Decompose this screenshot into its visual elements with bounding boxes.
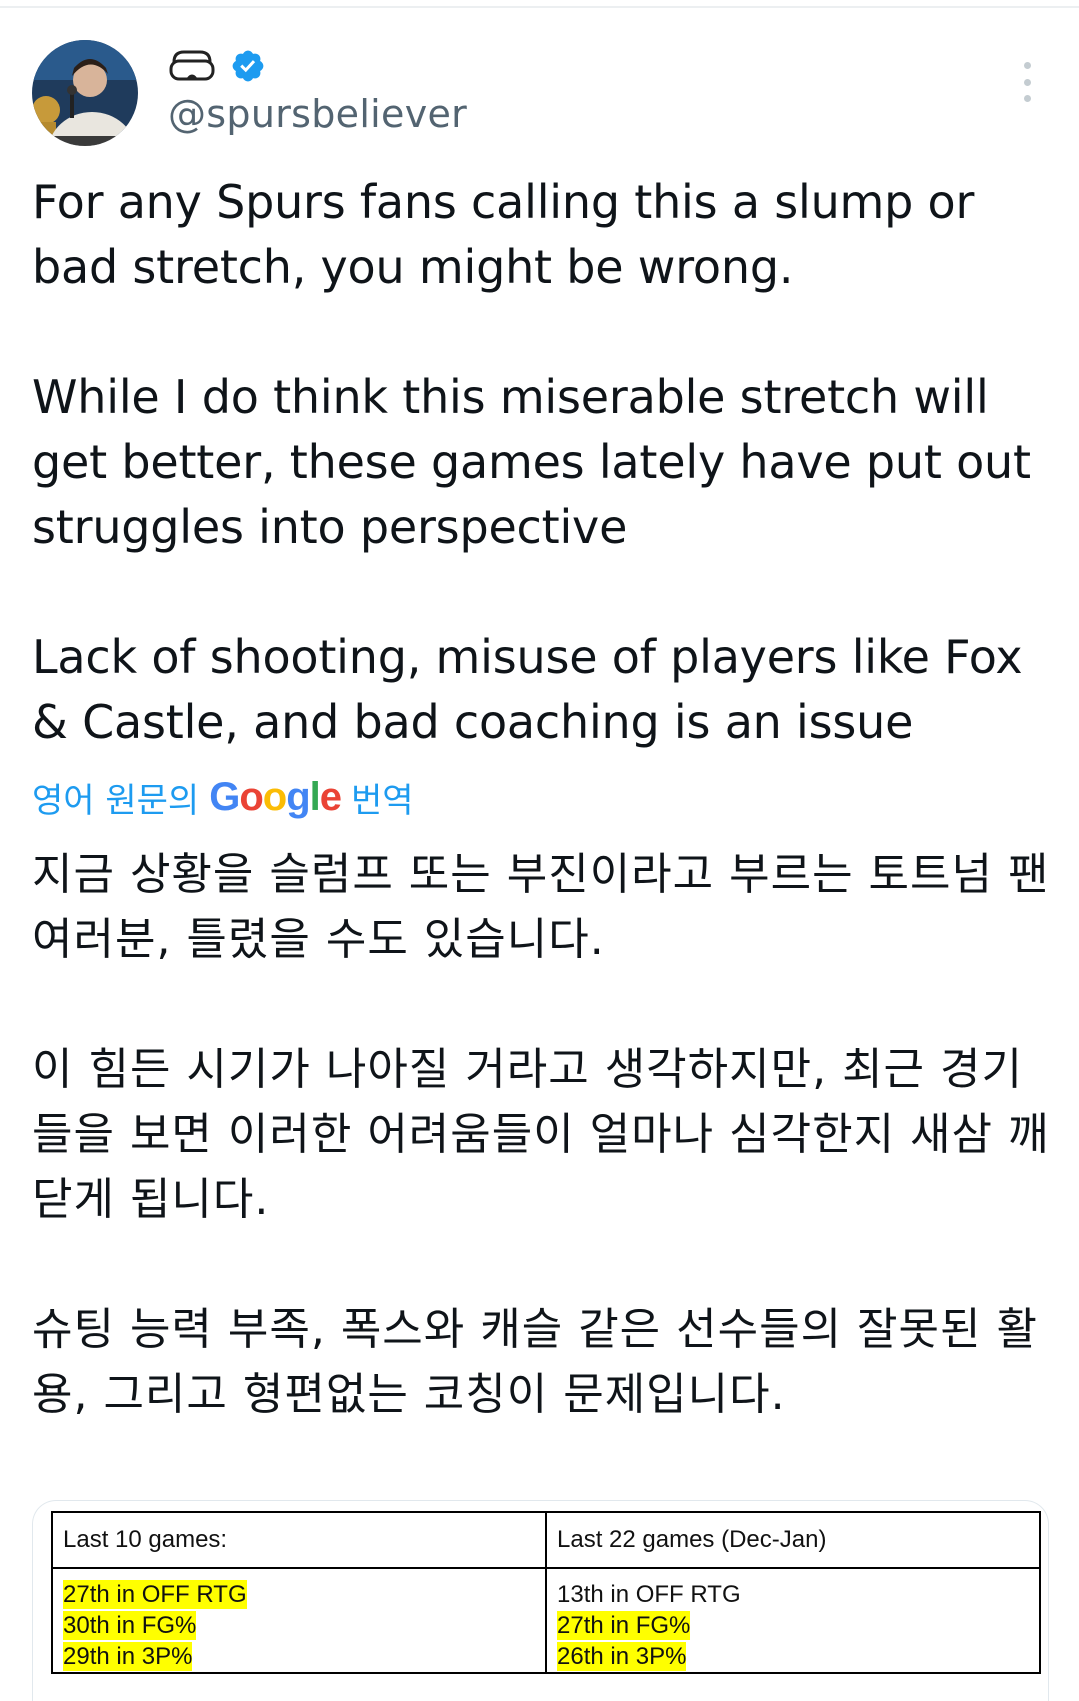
highlighted-stat-text: 30th in FG% bbox=[63, 1611, 197, 1640]
google-logo: Google bbox=[209, 774, 342, 819]
highlighted-stat-text: 26th in 3P% bbox=[557, 1642, 687, 1671]
tweet-paragraph: Lack of shooting, misuse of players like… bbox=[32, 630, 1023, 749]
stat-line: 27th in OFF RTG bbox=[63, 1579, 535, 1610]
stat-line: 13th in OFF RTG bbox=[557, 1579, 1029, 1610]
avatar-image bbox=[32, 40, 138, 146]
stats-cell: 13th in OFF RTG 27th in FG% 26th in 3P% bbox=[545, 1567, 1041, 1674]
stat-line: 29th in 3P% bbox=[63, 1641, 535, 1672]
stat-line: 27th in FG% bbox=[557, 1610, 1029, 1641]
translation-suffix: 번역 bbox=[351, 780, 414, 821]
stat-line: 26th in 3P% bbox=[557, 1641, 1029, 1672]
column-header: Last 22 games (Dec-Jan) bbox=[545, 1511, 1041, 1569]
stats-cell: 27th in OFF RTG 30th in FG% 29th in 3P% bbox=[51, 1567, 547, 1674]
translated-body: 지금 상황을 슬럼프 또는 부진이라고 부르는 토트넘 팬 여러분, 틀렸을 수… bbox=[32, 842, 1062, 1427]
highlighted-stat-text: 27th in OFF RTG bbox=[63, 1580, 247, 1609]
translation-prefix: 영어 원문의 bbox=[32, 780, 200, 821]
attached-image[interactable]: Last 10 games: Last 22 games (Dec-Jan) 2… bbox=[32, 1500, 1049, 1701]
translated-paragraph: 이 힘든 시기가 나아질 거라고 생각하지만, 최근 경기들을 보면 이러한 어… bbox=[32, 1044, 1050, 1225]
more-dot-icon bbox=[1023, 62, 1031, 69]
user-handle[interactable]: @spursbeliever bbox=[168, 92, 467, 136]
stat-text: 13th in OFF RTG bbox=[557, 1581, 741, 1608]
stats-table: Last 10 games: Last 22 games (Dec-Jan) 2… bbox=[51, 1511, 1041, 1674]
highlighted-stat-text: 29th in 3P% bbox=[63, 1642, 193, 1671]
tweet-paragraph: For any Spurs fans calling this a slump … bbox=[32, 175, 975, 294]
stat-line: 30th in FG% bbox=[63, 1610, 535, 1641]
tweet-paragraph: While I do think this miserable stretch … bbox=[32, 370, 1031, 554]
top-divider bbox=[0, 6, 1079, 8]
vr-headset-icon bbox=[168, 46, 216, 90]
highlighted-stat-text: 27th in FG% bbox=[557, 1611, 691, 1640]
translated-paragraph: 슈팅 능력 부족, 폭스와 캐슬 같은 선수들의 잘못된 활용, 그리고 형편없… bbox=[32, 1304, 1038, 1420]
tweet-body: For any Spurs fans calling this a slump … bbox=[32, 170, 1052, 755]
more-dot-icon bbox=[1023, 78, 1031, 86]
more-dot-icon bbox=[1023, 95, 1031, 102]
verified-badge-icon bbox=[230, 48, 266, 88]
column-header: Last 10 games: bbox=[51, 1511, 547, 1569]
translation-attribution[interactable]: 영어 원문의 Google 번역 bbox=[32, 772, 414, 822]
avatar[interactable] bbox=[32, 40, 138, 146]
more-options-button[interactable] bbox=[1014, 62, 1040, 102]
display-name-row[interactable] bbox=[168, 46, 266, 90]
translated-paragraph: 지금 상황을 슬럼프 또는 부진이라고 부르는 토트넘 팬 여러분, 틀렸을 수… bbox=[32, 849, 1050, 965]
